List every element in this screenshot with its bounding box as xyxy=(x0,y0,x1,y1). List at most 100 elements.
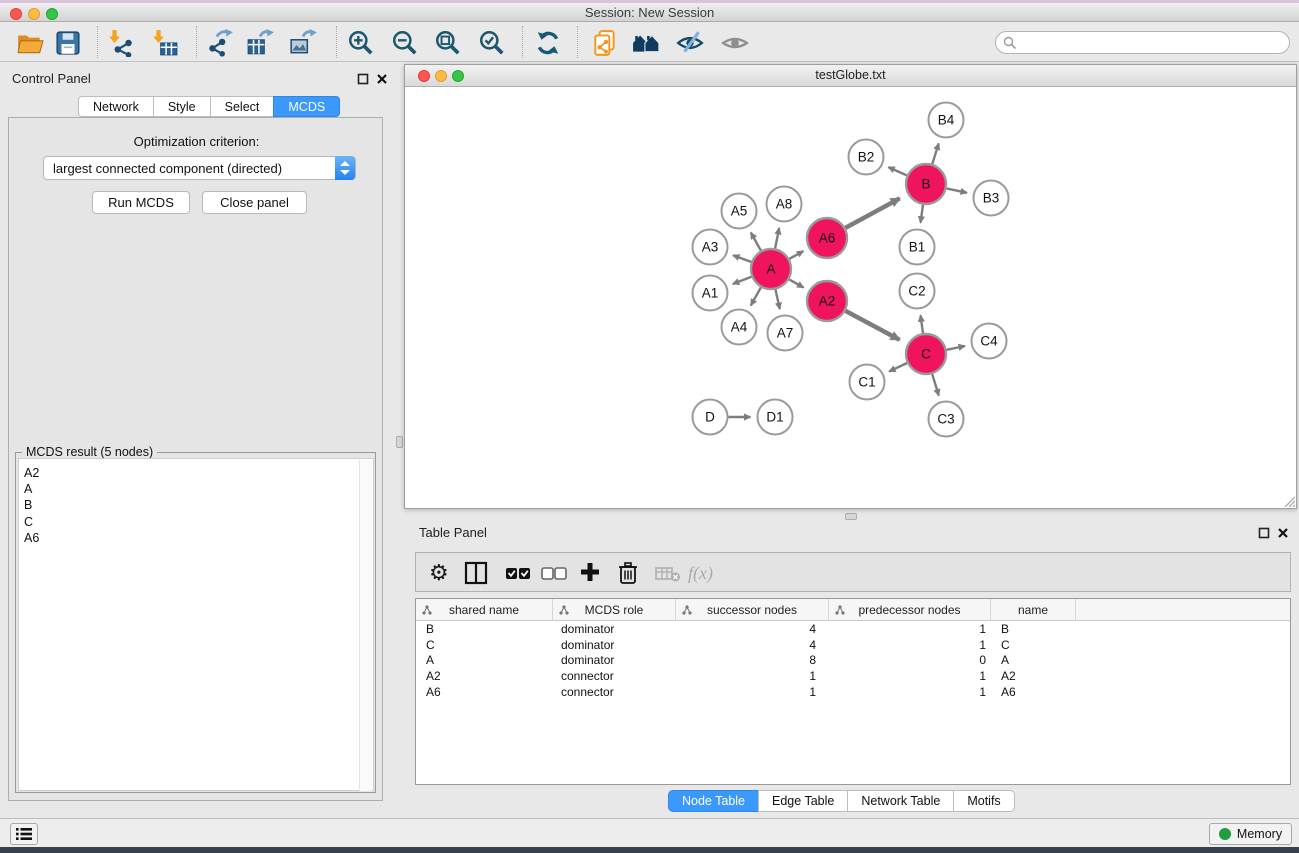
tab-style[interactable]: Style xyxy=(153,96,210,117)
tab-node-table[interactable]: Node Table xyxy=(668,790,758,812)
graph-edge[interactable] xyxy=(947,346,965,350)
cell-name[interactable]: A2 xyxy=(991,669,1076,685)
table-row[interactable]: A dominator 8 0 A xyxy=(416,653,1290,669)
memory-button[interactable]: Memory xyxy=(1209,823,1292,845)
delete-row-trash-icon[interactable] xyxy=(617,560,639,586)
new-network-from-selection-icon[interactable] xyxy=(591,29,619,57)
tab-select[interactable]: Select xyxy=(210,96,274,117)
tab-mcds[interactable]: MCDS xyxy=(273,96,340,117)
cell-shared-name[interactable]: A2 xyxy=(416,669,553,685)
tab-network-table[interactable]: Network Table xyxy=(847,790,953,812)
open-session-icon[interactable] xyxy=(16,29,44,57)
cell-mcds-role[interactable]: connector xyxy=(553,669,676,685)
graph-edge[interactable] xyxy=(932,374,939,396)
criterion-select[interactable]: largest connected component (directed) xyxy=(43,156,356,180)
window-resize-grip[interactable] xyxy=(1281,493,1295,507)
graph-edge[interactable] xyxy=(775,228,779,248)
cell-predecessor-nodes[interactable]: 1 xyxy=(829,669,991,685)
save-session-icon[interactable] xyxy=(54,29,82,57)
mcds-result-list[interactable]: A2 A B C A6 xyxy=(18,458,374,791)
cell-mcds-role[interactable]: connector xyxy=(553,685,676,701)
zoom-fit-icon[interactable] xyxy=(434,29,462,57)
cell-successor-nodes[interactable]: 4 xyxy=(676,622,829,638)
cell-successor-nodes[interactable]: 4 xyxy=(676,638,829,654)
cell-predecessor-nodes[interactable]: 1 xyxy=(829,685,991,701)
table-row[interactable]: B dominator 4 1 B xyxy=(416,622,1290,638)
table-row[interactable]: C dominator 4 1 C xyxy=(416,638,1290,654)
cell-successor-nodes[interactable]: 8 xyxy=(676,653,829,669)
import-network-icon[interactable] xyxy=(107,29,135,57)
export-table-icon[interactable] xyxy=(246,29,274,57)
refresh-icon[interactable] xyxy=(534,29,562,57)
table-row[interactable]: A2 connector 1 1 A2 xyxy=(416,669,1290,685)
zoom-in-icon[interactable] xyxy=(347,29,375,57)
vertical-splitter-handle[interactable] xyxy=(396,436,403,448)
list-item[interactable]: A6 xyxy=(19,530,373,546)
list-scrollbar[interactable] xyxy=(359,460,372,791)
graph-edge[interactable] xyxy=(947,188,968,192)
network-window-title-bar[interactable]: testGlobe.txt xyxy=(405,65,1296,87)
graph-edge[interactable] xyxy=(789,279,803,287)
table-panel-float-icon[interactable] xyxy=(1258,527,1270,539)
run-mcds-button[interactable]: Run MCDS xyxy=(92,191,190,214)
control-panel-float-icon[interactable] xyxy=(357,73,369,85)
function-builder-icon[interactable]: f(x) xyxy=(688,560,713,586)
cell-shared-name[interactable]: A6 xyxy=(416,685,553,701)
graph-edge[interactable] xyxy=(751,287,761,305)
graph-edge[interactable] xyxy=(932,143,938,164)
column-header-predecessor-nodes[interactable]: predecessor nodes xyxy=(829,599,991,621)
tab-motifs[interactable]: Motifs xyxy=(953,790,1014,812)
list-item[interactable]: B xyxy=(19,497,373,513)
tab-network[interactable]: Network xyxy=(78,96,153,117)
list-item[interactable]: A xyxy=(19,481,373,497)
export-image-icon[interactable] xyxy=(289,29,317,57)
graph-edge[interactable] xyxy=(889,363,907,372)
list-item[interactable]: C xyxy=(19,514,373,530)
graph-edge[interactable] xyxy=(921,315,924,333)
list-item[interactable]: A2 xyxy=(19,465,373,481)
table-panel-close-icon[interactable] xyxy=(1277,527,1289,539)
table-row[interactable]: A6 connector 1 1 A6 xyxy=(416,685,1290,701)
table-settings-gear-icon[interactable]: ⚙ xyxy=(429,560,449,586)
cell-mcds-role[interactable]: dominator xyxy=(553,653,676,669)
cell-mcds-role[interactable]: dominator xyxy=(553,638,676,654)
hide-graphics-eye-icon[interactable] xyxy=(676,29,704,57)
close-panel-button[interactable]: Close panel xyxy=(202,191,307,214)
cell-successor-nodes[interactable]: 1 xyxy=(676,669,829,685)
graph-edge[interactable] xyxy=(733,277,752,284)
search-input[interactable] xyxy=(1022,33,1282,52)
app-title-bar[interactable]: Session: New Session xyxy=(0,3,1299,22)
cell-name[interactable]: C xyxy=(991,638,1076,654)
cell-shared-name[interactable]: A xyxy=(416,653,553,669)
cell-mcds-role[interactable]: dominator xyxy=(553,622,676,638)
column-header-name[interactable]: name xyxy=(991,599,1076,621)
tab-edge-table[interactable]: Edge Table xyxy=(758,790,847,812)
task-history-button[interactable] xyxy=(10,823,38,845)
graph-edge[interactable] xyxy=(751,233,761,251)
network-overview-houses-icon[interactable] xyxy=(632,29,660,57)
import-table-icon[interactable] xyxy=(151,29,179,57)
column-header-shared-name[interactable]: shared name xyxy=(416,599,553,621)
cell-name[interactable]: A xyxy=(991,653,1076,669)
graph-edge[interactable] xyxy=(776,290,780,310)
graph-edge[interactable] xyxy=(846,311,900,340)
cell-predecessor-nodes[interactable]: 1 xyxy=(829,622,991,638)
column-visibility-icon[interactable] xyxy=(464,560,488,586)
cell-predecessor-nodes[interactable]: 1 xyxy=(829,638,991,654)
zoom-selected-icon[interactable] xyxy=(478,29,506,57)
zoom-out-icon[interactable] xyxy=(391,29,419,57)
graph-edge[interactable] xyxy=(733,255,751,262)
control-panel-close-icon[interactable] xyxy=(376,73,388,85)
cell-successor-nodes[interactable]: 1 xyxy=(676,685,829,701)
deselect-all-icon[interactable] xyxy=(540,560,568,586)
cell-predecessor-nodes[interactable]: 0 xyxy=(829,653,991,669)
cell-name[interactable]: A6 xyxy=(991,685,1076,701)
select-all-icon[interactable] xyxy=(504,560,532,586)
add-row-icon[interactable] xyxy=(578,560,602,586)
graph-edge[interactable] xyxy=(789,251,803,259)
search-field[interactable] xyxy=(995,31,1290,54)
horizontal-splitter-handle[interactable] xyxy=(845,513,857,520)
delete-table-icon[interactable] xyxy=(654,560,682,586)
graph-edge[interactable] xyxy=(845,198,899,228)
birds-eye-view-icon[interactable] xyxy=(721,29,749,57)
